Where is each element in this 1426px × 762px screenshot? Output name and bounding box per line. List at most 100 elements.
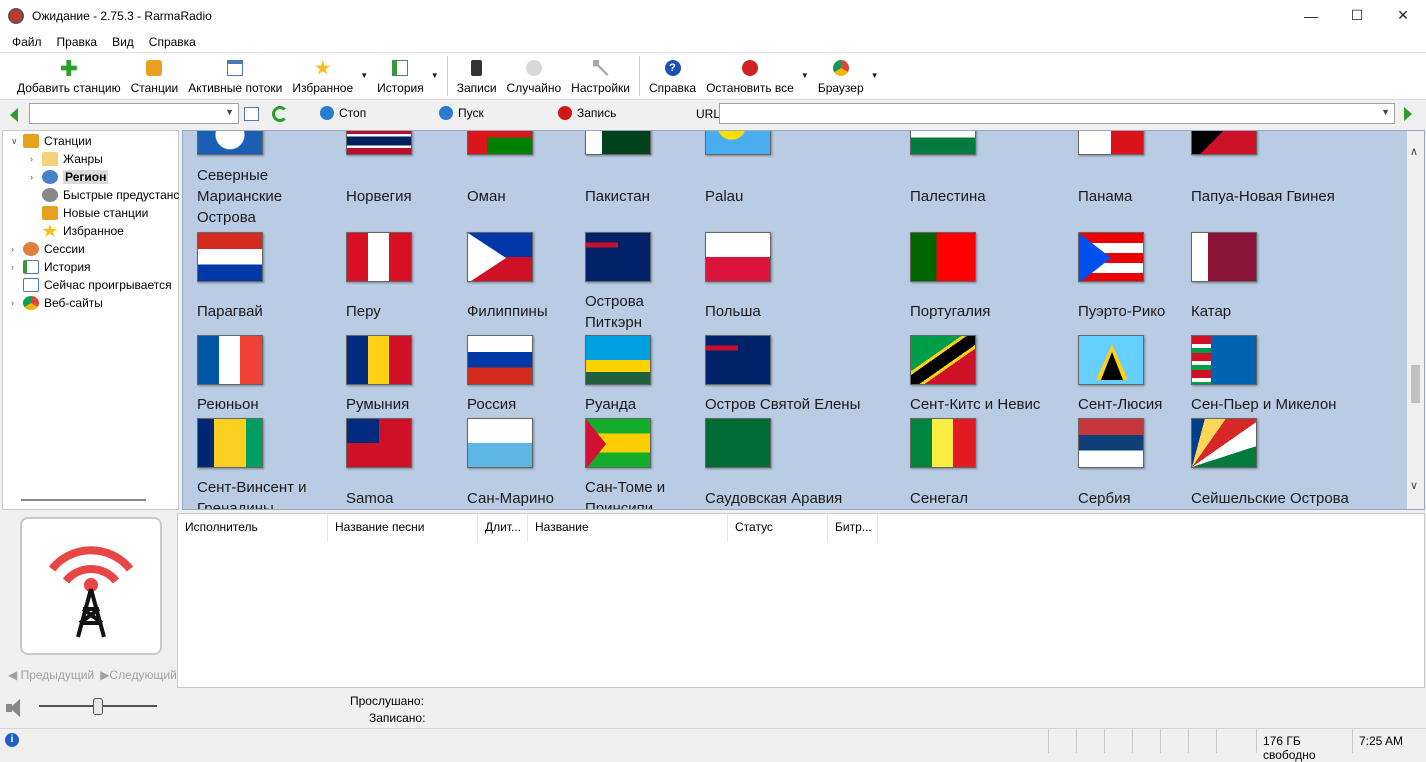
flag-qatar[interactable] xyxy=(1191,232,1257,282)
stop-all-button[interactable]: Остановить все xyxy=(701,53,799,99)
country-name[interactable]: Сейшельские Острова xyxy=(1191,488,1381,509)
browser-button[interactable]: Браузер xyxy=(813,53,869,99)
scroll-thumb[interactable] xyxy=(1411,365,1420,403)
flag-pitcairn[interactable] xyxy=(585,232,651,282)
help-button[interactable]: ? Справка xyxy=(644,53,701,99)
country-name[interactable]: Сент-Винсент и Гренадины xyxy=(197,477,327,509)
browser-dropdown[interactable]: ▼ xyxy=(869,53,881,80)
close-button[interactable]: ✕ xyxy=(1380,0,1426,31)
scroll-up-icon[interactable]: ∧ xyxy=(1410,145,1418,158)
tree-item-new-stations[interactable]: Новые станции xyxy=(40,204,148,222)
flag-samoa[interactable] xyxy=(346,418,412,468)
country-name[interactable]: Палестина xyxy=(910,186,1100,207)
play-button[interactable]: Пуск xyxy=(439,106,484,120)
country-name[interactable]: Остров Святой Елены xyxy=(705,394,895,415)
stations-button[interactable]: Станции xyxy=(126,53,184,99)
flag-palestine[interactable] xyxy=(910,131,976,155)
flag-palau[interactable] xyxy=(705,131,771,155)
flag-senegal[interactable] xyxy=(910,418,976,468)
flag-paraguay[interactable] xyxy=(197,232,263,282)
flag-pakistan[interactable] xyxy=(585,131,651,155)
expand-icon[interactable]: › xyxy=(30,154,40,164)
flag-saint-kitts[interactable] xyxy=(910,335,976,385)
country-name[interactable]: Сен-Пьер и Микелон xyxy=(1191,394,1381,415)
expand-icon[interactable]: ∨ xyxy=(11,136,21,147)
url-input[interactable]: ▼ xyxy=(719,103,1395,124)
country-name[interactable]: Сент-Китс и Невис xyxy=(910,394,1100,415)
expand-icon[interactable]: › xyxy=(30,172,40,182)
stop-all-dropdown[interactable]: ▼ xyxy=(799,53,811,80)
flag-portugal[interactable] xyxy=(910,232,976,282)
column-name[interactable]: Название xyxy=(528,514,728,542)
tree-item-now-playing[interactable]: Сейчас проигрывается xyxy=(21,276,172,294)
go-arrow-icon[interactable] xyxy=(1404,107,1412,121)
column-song-title[interactable]: Название песни xyxy=(328,514,478,542)
flag-romania[interactable] xyxy=(346,335,412,385)
random-button[interactable]: Случайно xyxy=(502,53,567,99)
column-duration[interactable]: Длит... xyxy=(478,514,528,542)
scroll-down-icon[interactable]: ∨ xyxy=(1410,479,1418,492)
prev-button[interactable]: ◀ Предыдущий xyxy=(8,668,94,682)
tree-item-region[interactable]: › Регион xyxy=(30,168,109,186)
flag-reunion[interactable] xyxy=(197,335,263,385)
recordings-button[interactable]: Записи xyxy=(452,53,502,99)
add-station-button[interactable]: Добавить станцию xyxy=(12,53,126,99)
menu-view[interactable]: Вид xyxy=(112,35,134,49)
flag-rwanda[interactable] xyxy=(585,335,651,385)
station-list-icon[interactable] xyxy=(244,107,259,121)
country-name[interactable]: Сенегал xyxy=(910,488,1100,509)
horizontal-scrollbar[interactable] xyxy=(21,499,146,501)
flag-norway[interactable] xyxy=(346,131,412,155)
expand-icon[interactable]: › xyxy=(11,262,21,272)
column-artist[interactable]: Исполнитель xyxy=(178,514,328,542)
flag-san-marino[interactable] xyxy=(467,418,533,468)
back-arrow-icon[interactable] xyxy=(10,107,18,122)
tree-item-history[interactable]: › История xyxy=(11,258,91,276)
flag-panama[interactable] xyxy=(1078,131,1144,155)
column-status[interactable]: Статус xyxy=(728,514,828,542)
expand-icon[interactable]: › xyxy=(11,298,21,308)
menu-edit[interactable]: Правка xyxy=(57,35,98,49)
tree-item-stations[interactable]: ∨ Станции xyxy=(11,132,92,150)
country-name[interactable]: Северные Марианские Острова xyxy=(197,165,317,228)
country-name[interactable]: Острова Питкэрн xyxy=(585,291,695,333)
tree-item-sessions[interactable]: › Сессии xyxy=(11,240,85,258)
stop-button[interactable]: Стоп xyxy=(320,106,366,120)
vertical-scrollbar[interactable]: ∧ ∨ xyxy=(1407,131,1424,509)
flag-serbia[interactable] xyxy=(1078,418,1144,468)
active-streams-button[interactable]: Активные потоки xyxy=(183,53,287,99)
flag-philippines[interactable] xyxy=(467,232,533,282)
favorites-dropdown[interactable]: ▼ xyxy=(358,53,370,80)
country-name[interactable]: Palau xyxy=(705,186,895,207)
flag-saint-helena[interactable] xyxy=(705,335,771,385)
flag-saint-vincent[interactable] xyxy=(197,418,263,468)
flag-puerto-rico[interactable] xyxy=(1078,232,1144,282)
country-name[interactable]: Папуа-Новая Гвинея xyxy=(1191,186,1381,207)
tree-item-favorites[interactable]: Избранное xyxy=(40,222,124,240)
flag-saint-lucia[interactable] xyxy=(1078,335,1144,385)
history-button[interactable]: История xyxy=(372,53,429,99)
minimize-button[interactable]: — xyxy=(1288,0,1334,31)
flag-russia[interactable] xyxy=(467,335,533,385)
station-combo[interactable]: ▼ xyxy=(29,103,239,124)
flag-sao-tome[interactable] xyxy=(585,418,651,468)
country-name[interactable]: Польша xyxy=(705,301,895,322)
tree-item-websites[interactable]: › Веб-сайты xyxy=(11,294,103,312)
country-name[interactable]: Саудовская Аравия xyxy=(705,488,895,509)
flag-peru[interactable] xyxy=(346,232,412,282)
menu-help[interactable]: Справка xyxy=(149,35,196,49)
tree-item-presets[interactable]: Быстрые предустанс xyxy=(40,186,179,204)
flag-saint-pierre[interactable] xyxy=(1191,335,1257,385)
flag-seychelles[interactable] xyxy=(1191,418,1257,468)
speaker-icon[interactable] xyxy=(6,699,28,717)
maximize-button[interactable]: ☐ xyxy=(1334,0,1380,31)
volume-slider-thumb[interactable] xyxy=(93,698,103,715)
next-button[interactable]: ▶Следующий xyxy=(100,668,177,682)
column-bitrate[interactable]: Битр... xyxy=(828,514,878,542)
flag-saudi-arabia[interactable] xyxy=(705,418,771,468)
history-dropdown[interactable]: ▼ xyxy=(429,53,441,80)
refresh-icon[interactable] xyxy=(272,106,288,122)
settings-button[interactable]: Настройки xyxy=(566,53,635,99)
country-name[interactable]: Катар xyxy=(1191,301,1381,322)
flag-papua-new-guinea[interactable] xyxy=(1191,131,1257,155)
